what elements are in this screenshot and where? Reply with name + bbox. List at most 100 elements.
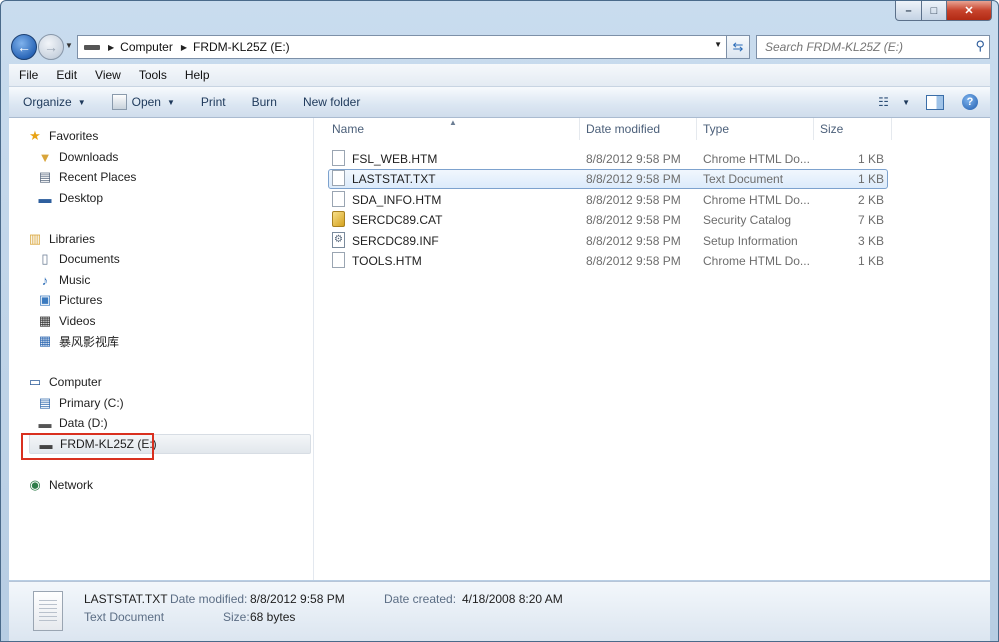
nav-desktop[interactable]: ▬ Desktop bbox=[37, 188, 104, 208]
breadcrumb-separator-icon[interactable]: ▶ bbox=[108, 43, 114, 52]
network-globe-icon: ◉ bbox=[29, 477, 41, 492]
notepad-icon bbox=[111, 94, 127, 110]
file-date: 8/8/2012 9:58 PM bbox=[586, 234, 681, 248]
nav-documents[interactable]: ▯ Documents bbox=[37, 249, 120, 269]
recent-pages-dropdown[interactable]: ▼ bbox=[65, 41, 73, 50]
menu-file[interactable]: File bbox=[9, 68, 46, 82]
nav-computer[interactable]: ▭ Computer bbox=[27, 372, 102, 392]
command-bar: Organize ▼ Open ▼ Print Burn New folder … bbox=[9, 87, 990, 118]
caption-controls: – □ ✕ bbox=[895, 1, 992, 21]
nav-music[interactable]: ♪ Music bbox=[37, 270, 91, 290]
nav-recent-places[interactable]: ▤ Recent Places bbox=[37, 167, 137, 187]
print-button[interactable]: Print bbox=[187, 95, 238, 109]
nav-favorites-label: Favorites bbox=[49, 129, 99, 143]
refresh-button[interactable]: ⇆ bbox=[727, 35, 750, 59]
details-pane: LASTSTAT.TXT Text Document Date modified… bbox=[9, 581, 990, 641]
nav-network-label: Network bbox=[49, 478, 94, 492]
file-date: 8/8/2012 9:58 PM bbox=[586, 152, 681, 166]
details-size-label: Size: bbox=[223, 610, 250, 624]
menu-view[interactable]: View bbox=[85, 68, 129, 82]
file-row[interactable]: FSL_WEB.HTM 8/8/2012 9:58 PM Chrome HTML… bbox=[328, 149, 888, 169]
breadcrumb-separator-icon[interactable]: ▶ bbox=[181, 43, 187, 52]
details-filename: LASTSTAT.TXT bbox=[84, 592, 168, 606]
nav-pictures[interactable]: ▣ Pictures bbox=[37, 290, 103, 310]
nav-data-drive[interactable]: ▬ Data (D:) bbox=[37, 413, 108, 433]
file-size: 2 KB bbox=[857, 193, 884, 207]
nav-primary-drive[interactable]: ▤ Primary (C:) bbox=[37, 393, 124, 413]
nav-pictures-label: Pictures bbox=[59, 293, 103, 307]
nav-downloads[interactable]: ▼ Downloads bbox=[37, 147, 119, 167]
forward-button[interactable]: → bbox=[38, 34, 64, 60]
downloads-folder-icon: ▼ bbox=[38, 149, 52, 165]
annotation-highlight-box bbox=[21, 433, 154, 460]
setup-information-icon bbox=[332, 232, 345, 248]
libraries-icon: ▥ bbox=[28, 231, 42, 246]
nav-videos[interactable]: ▦ Videos bbox=[37, 311, 96, 331]
file-type: Security Catalog bbox=[703, 213, 792, 227]
maximize-button[interactable]: □ bbox=[922, 1, 947, 21]
file-row[interactable]: TOOLS.HTM 8/8/2012 9:58 PM Chrome HTML D… bbox=[328, 251, 888, 271]
file-row[interactable]: SDA_INFO.HTM 8/8/2012 9:58 PM Chrome HTM… bbox=[328, 190, 888, 210]
nav-network[interactable]: ◉ Network bbox=[27, 475, 93, 495]
recent-places-icon: ▤ bbox=[38, 169, 52, 184]
minimize-button[interactable]: – bbox=[895, 1, 922, 21]
chevron-down-icon[interactable]: ▼ bbox=[167, 98, 175, 107]
nav-desktop-label: Desktop bbox=[59, 191, 104, 205]
organize-button[interactable]: Organize ▼ bbox=[9, 95, 98, 109]
explorer-window: – □ ✕ ← → ▼ ▶ Computer ▶ FRDM-KL25Z (E:)… bbox=[0, 0, 999, 642]
nav-downloads-label: Downloads bbox=[59, 150, 119, 164]
nav-libraries-label: Libraries bbox=[49, 232, 96, 246]
menu-help[interactable]: Help bbox=[175, 68, 218, 82]
burn-button[interactable]: Burn bbox=[238, 95, 289, 109]
column-header-date[interactable]: Date modified bbox=[580, 118, 697, 140]
file-date: 8/8/2012 9:58 PM bbox=[586, 172, 681, 186]
nav-libraries[interactable]: ▥ Libraries bbox=[27, 229, 95, 249]
file-name: FSL_WEB.HTM bbox=[352, 152, 438, 166]
details-date-created[interactable]: 4/18/2008 8:20 AM bbox=[462, 592, 563, 606]
text-document-icon bbox=[33, 591, 63, 631]
nav-favorites[interactable]: ★ Favorites bbox=[27, 126, 98, 146]
open-button[interactable]: Open ▼ bbox=[98, 94, 187, 110]
menu-edit[interactable]: Edit bbox=[46, 68, 85, 82]
nav-computer-label: Computer bbox=[49, 375, 102, 389]
search-input[interactable] bbox=[763, 39, 967, 55]
breadcrumb-computer[interactable]: Computer bbox=[120, 40, 173, 54]
column-header-size[interactable]: Size bbox=[814, 118, 892, 140]
file-row[interactable]: SERCDC89.CAT 8/8/2012 9:58 PM Security C… bbox=[328, 210, 888, 230]
column-header-type[interactable]: Type bbox=[697, 118, 814, 140]
videos-icon: ▦ bbox=[38, 313, 52, 328]
change-view-icon[interactable]: ☷ bbox=[878, 95, 898, 109]
drive-icon bbox=[84, 44, 100, 50]
file-name: TOOLS.HTM bbox=[352, 254, 422, 268]
preview-pane-icon[interactable] bbox=[926, 94, 944, 110]
column-header-name-label: Name bbox=[332, 122, 365, 136]
address-bar[interactable]: ▶ Computer ▶ FRDM-KL25Z (E:) ▼ bbox=[77, 35, 727, 59]
close-button[interactable]: ✕ bbox=[947, 1, 992, 21]
back-button[interactable]: ← bbox=[11, 34, 37, 60]
documents-icon: ▯ bbox=[41, 251, 49, 266]
nav-storm-video-library[interactable]: ▦ 暴风影视库 bbox=[37, 331, 119, 351]
address-dropdown-icon[interactable]: ▼ bbox=[714, 40, 722, 49]
burn-label: Burn bbox=[251, 95, 277, 109]
breadcrumb-drive[interactable]: FRDM-KL25Z (E:) bbox=[193, 40, 290, 54]
search-icon[interactable]: ⚲ bbox=[975, 38, 985, 54]
menu-tools[interactable]: Tools bbox=[129, 68, 175, 82]
file-size: 1 KB bbox=[857, 254, 884, 268]
new-folder-button[interactable]: New folder bbox=[289, 95, 372, 109]
file-list-pane: ▲ Name Date modified Type Size FSL_WEB.H… bbox=[314, 118, 990, 580]
file-row[interactable]: SERCDC89.INF 8/8/2012 9:58 PM Setup Info… bbox=[328, 231, 888, 251]
main-content: ★ Favorites ▼ Downloads ▤ Recent Places … bbox=[9, 118, 990, 580]
chevron-down-icon: ▼ bbox=[77, 97, 86, 107]
view-options-dropdown-icon[interactable]: ▼ bbox=[902, 98, 910, 107]
file-size: 3 KB bbox=[857, 234, 884, 248]
nav-storm-video-library-label: 暴风影视库 bbox=[59, 334, 120, 349]
details-date-modified[interactable]: 8/8/2012 9:58 PM bbox=[250, 592, 345, 606]
security-catalog-icon bbox=[332, 211, 345, 227]
file-row-selected[interactable]: LASTSTAT.TXT 8/8/2012 9:58 PM Text Docum… bbox=[328, 169, 888, 189]
search-box[interactable]: ⚲ bbox=[756, 35, 990, 59]
close-icon: ✕ bbox=[964, 5, 974, 17]
maximize-icon: □ bbox=[930, 4, 938, 17]
help-icon[interactable]: ? bbox=[962, 94, 978, 110]
nav-documents-label: Documents bbox=[59, 252, 120, 266]
column-header-name[interactable]: Name bbox=[326, 118, 580, 140]
